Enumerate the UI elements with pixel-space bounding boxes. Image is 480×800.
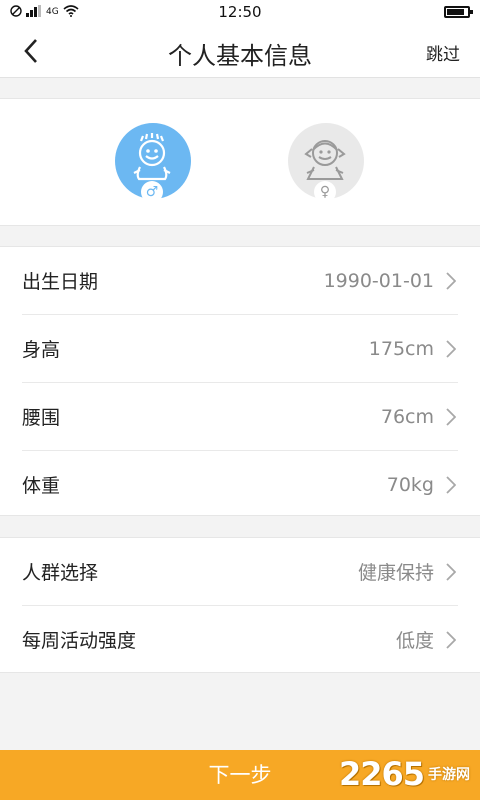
row-label: 出生日期: [22, 271, 99, 293]
row-value: 健康保持: [357, 562, 434, 584]
battery-icon: [444, 6, 473, 18]
row-value: 175cm: [368, 337, 434, 360]
chevron-right-icon: [444, 562, 458, 582]
network-type: 4G: [46, 7, 59, 17]
birthdate-row[interactable]: 出生日期 1990-01-01: [22, 247, 458, 315]
row-value: 70kg: [386, 473, 434, 496]
row-label: 人群选择: [22, 562, 99, 584]
back-button[interactable]: [14, 34, 48, 68]
row-value: 76cm: [380, 405, 434, 428]
status-left: 4G: [10, 4, 79, 20]
chevron-left-icon: [24, 39, 37, 63]
gender-option-male[interactable]: ♂: [115, 123, 191, 203]
row-label: 身高: [22, 339, 61, 361]
lifestyle-list: 人群选择 健康保持 每周活动强度 低度: [0, 537, 480, 673]
page-title: 个人基本信息: [168, 42, 312, 70]
nav-bar: 个人基本信息 跳过: [0, 24, 480, 78]
chevron-right-icon: [444, 339, 458, 359]
watermark: 2265 手游网: [339, 752, 470, 796]
row-label: 腰围: [22, 407, 61, 429]
chevron-right-icon: [444, 271, 458, 291]
row-value: 低度: [395, 630, 434, 652]
wifi-icon: [63, 4, 79, 20]
row-value: 1990-01-01: [323, 269, 434, 292]
body-info-list: 出生日期 1990-01-01 身高 175cm 腰围 76cm 体重 70kg: [0, 246, 480, 516]
height-row[interactable]: 身高 175cm: [22, 315, 458, 383]
watermark-number: 2265: [338, 755, 425, 793]
chevron-right-icon: [444, 630, 458, 650]
watermark-text: 手游网: [428, 767, 470, 783]
activity-level-row[interactable]: 每周活动强度 低度: [22, 606, 458, 673]
signal-icon: [26, 4, 42, 20]
skip-button[interactable]: 跳过: [426, 40, 460, 65]
gender-option-female[interactable]: ♀: [288, 123, 364, 203]
chevron-right-icon: [444, 475, 458, 495]
crowd-select-row[interactable]: 人群选择 健康保持: [22, 538, 458, 606]
status-bar: 4G 12:50: [0, 0, 480, 24]
male-symbol-icon: ♂: [141, 181, 163, 203]
chevron-right-icon: [444, 407, 458, 427]
female-symbol-icon: ♀: [314, 181, 336, 203]
row-label: 每周活动强度: [22, 630, 137, 652]
waist-row[interactable]: 腰围 76cm: [22, 383, 458, 451]
gender-selector: ♂ ♀: [0, 98, 480, 226]
no-sim-icon: [10, 4, 22, 20]
row-label: 体重: [22, 475, 61, 497]
weight-row[interactable]: 体重 70kg: [22, 451, 458, 518]
